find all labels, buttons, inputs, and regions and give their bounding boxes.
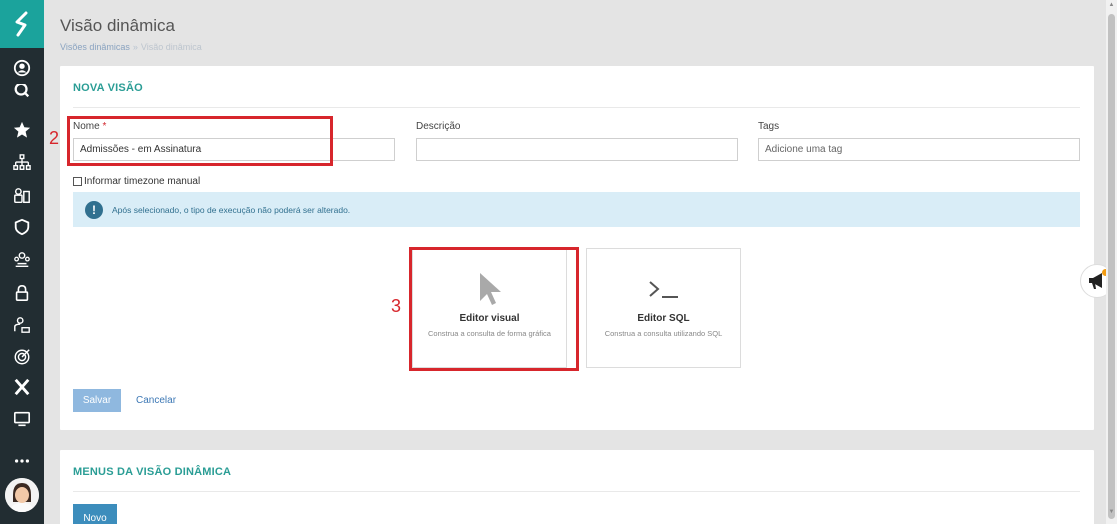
scroll-down-icon[interactable]: ▼	[1108, 509, 1115, 516]
target-icon[interactable]	[0, 342, 44, 372]
cancel-link[interactable]: Cancelar	[136, 395, 176, 406]
timezone-checkbox-label: Informar timezone manual	[84, 176, 201, 187]
user-circle-icon[interactable]	[0, 53, 44, 83]
timezone-checkbox[interactable]	[73, 177, 82, 186]
x-icon[interactable]	[0, 372, 44, 402]
menus-panel: MENUS DA VISÃO DINÂMICA Novo	[60, 450, 1094, 524]
monitor-icon[interactable]	[0, 404, 44, 434]
search-icon[interactable]	[0, 84, 44, 104]
exclamation-icon: !	[85, 200, 103, 219]
star-icon[interactable]	[0, 115, 44, 145]
nova-visao-title: NOVA VISÃO	[73, 82, 143, 94]
sql-editor-title: Editor SQL	[637, 313, 690, 324]
sql-editor-card[interactable]: Editor SQL Construa a consulta utilizand…	[586, 248, 741, 368]
breadcrumb-parent-link[interactable]: Visões dinâmicas	[60, 42, 130, 52]
breadcrumb: Visões dinâmicas» Visão dinâmica	[60, 42, 202, 52]
vertical-scrollbar[interactable]: ▲ ▼	[1106, 0, 1117, 524]
alert-text: Após selecionado, o tipo de execução não…	[112, 204, 351, 215]
terminal-icon	[647, 271, 681, 307]
shield-icon[interactable]	[0, 212, 44, 242]
more-icon[interactable]	[0, 446, 44, 476]
group-icon[interactable]	[0, 245, 44, 275]
tags-input[interactable]: Adicione uma tag	[758, 138, 1080, 161]
menus-title: MENUS DA VISÃO DINÂMICA	[73, 466, 232, 478]
info-alert: ! Após selecionado, o tipo de execução n…	[73, 192, 1080, 227]
description-input[interactable]	[416, 138, 738, 161]
scroll-up-icon[interactable]: ▲	[1108, 2, 1115, 9]
avatar[interactable]	[5, 478, 39, 512]
description-label: Descrição	[416, 121, 461, 132]
timezone-checkbox-row[interactable]: Informar timezone manual	[73, 176, 200, 187]
annotation-number-2: 2	[49, 128, 60, 148]
breadcrumb-current: Visão dinâmica	[140, 42, 202, 52]
breadcrumb-separator: »	[132, 42, 138, 52]
app-logo[interactable]	[0, 0, 44, 48]
panel-divider	[73, 107, 1080, 108]
sitemap-icon[interactable]	[0, 148, 44, 178]
new-menu-button[interactable]: Novo	[73, 504, 117, 524]
annotation-box-editor	[409, 247, 579, 371]
lock-icon[interactable]	[0, 278, 44, 308]
page-title: Visão dinâmica	[60, 16, 175, 35]
people-icon[interactable]	[0, 181, 44, 211]
sidebar	[0, 0, 44, 524]
scroll-thumb[interactable]	[1108, 14, 1115, 519]
logo-icon	[15, 11, 28, 37]
annotation-box-name	[67, 116, 333, 166]
tags-label: Tags	[758, 121, 780, 132]
save-button[interactable]: Salvar	[73, 389, 121, 412]
menus-divider	[73, 491, 1080, 492]
annotation-number-3: 3	[391, 296, 402, 316]
user-lock-icon[interactable]	[0, 310, 44, 340]
sql-editor-description: Construa a consulta utilizando SQL	[604, 329, 723, 338]
